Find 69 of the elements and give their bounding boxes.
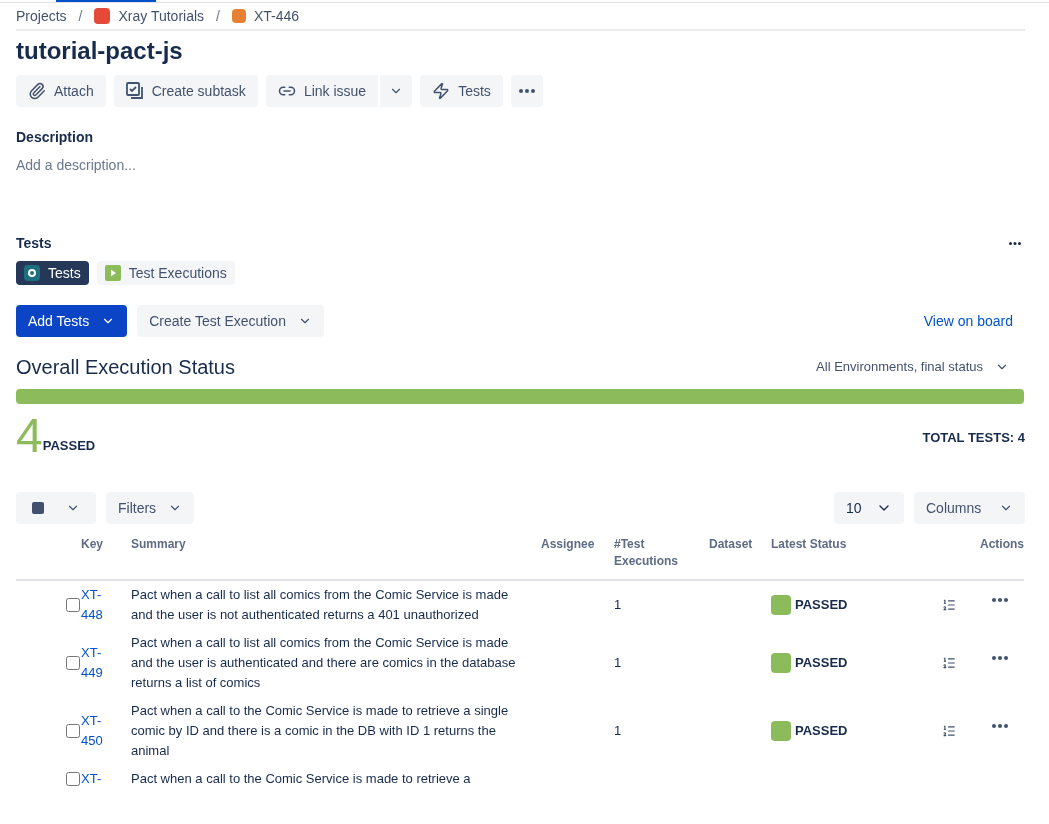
- page-size-dropdown[interactable]: 10: [834, 492, 904, 524]
- tab[interactable]: Test Executions: [96, 261, 235, 285]
- breadcrumb-link[interactable]: Xray Tutorials: [118, 6, 205, 26]
- view-on-board-link[interactable]: View on board: [923, 311, 1013, 331]
- section-heading: Description: [16, 128, 94, 147]
- more-icon[interactable]: [992, 598, 1008, 602]
- execution-count: 1: [614, 722, 623, 740]
- column-header: #Test Executions: [614, 536, 680, 571]
- environment-dropdown[interactable]: All Environments, final status: [816, 357, 1009, 377]
- section-title: Overall Execution Status: [16, 355, 235, 380]
- status-label: PASSED: [795, 654, 848, 672]
- more-button[interactable]: [510, 75, 543, 107]
- status-label: PASSED: [795, 596, 848, 614]
- column-header: Latest Status: [771, 536, 848, 553]
- issue-key-link[interactable]: XT-: [81, 769, 113, 789]
- checkbox-icon: [32, 502, 44, 514]
- row-checkbox[interactable]: [65, 724, 80, 738]
- breadcrumb-link[interactable]: XT-446: [253, 6, 300, 26]
- play-icon: [104, 265, 121, 281]
- execution-count: 1: [614, 596, 623, 614]
- toolbar-button[interactable]: Attach: [16, 75, 106, 107]
- issue-key-link[interactable]: XT-449: [81, 643, 113, 683]
- issue-icon: [231, 9, 246, 23]
- section-heading: Tests: [16, 234, 52, 253]
- toolbar-button[interactable]: Tests: [420, 75, 503, 107]
- column-header: Key: [81, 536, 104, 553]
- test-icon: [24, 265, 40, 281]
- select-dropdown[interactable]: [16, 492, 96, 524]
- toolbar-button[interactable]: Link issue: [265, 75, 379, 107]
- breadcrumb-separator: /: [215, 7, 221, 26]
- column-header: Assignee: [541, 536, 596, 553]
- create-execution-button[interactable]: Create Test Execution: [137, 305, 324, 337]
- list-icon[interactable]: [942, 656, 956, 670]
- test-summary: Pact when a call to list all comics from the Comic Service is made and the user is not authenticated returns a 401 unauthorized: [131, 586, 510, 624]
- filters-button[interactable]: Filters: [106, 492, 195, 524]
- passed-label: PASSED: [42, 438, 96, 456]
- more-icon[interactable]: [1009, 241, 1021, 245]
- more-icon: [518, 89, 535, 93]
- lightning-icon: [432, 82, 451, 100]
- list-icon[interactable]: [942, 724, 956, 738]
- issue-title: tutorial-pact-js: [16, 36, 184, 66]
- breadcrumb-separator: /: [77, 7, 84, 26]
- more-icon[interactable]: [992, 656, 1008, 660]
- row-checkbox[interactable]: [65, 656, 80, 670]
- add-tests-button[interactable]: Add Tests: [16, 305, 128, 337]
- columns-button[interactable]: Columns: [914, 492, 1025, 524]
- tab[interactable]: Tests: [16, 261, 89, 285]
- test-summary: Pact when a call to the Comic Service is made to retrieve a single comic by ID and there is a comic in the DB with ID 1 returns the animal: [131, 702, 510, 760]
- paperclip-icon: [28, 82, 46, 100]
- project-icon: [94, 8, 111, 24]
- column-header: Summary: [131, 536, 187, 553]
- breadcrumb-link[interactable]: Projects: [16, 6, 67, 26]
- toolbar-button[interactable]: Create subtask: [113, 75, 258, 107]
- column-header: Actions: [979, 536, 1024, 553]
- row-checkbox[interactable]: [65, 772, 80, 786]
- more-icon[interactable]: [992, 724, 1008, 728]
- test-summary: Pact when a call to the Comic Service is made to retrieve a: [131, 770, 472, 788]
- list-icon[interactable]: [942, 598, 956, 612]
- issue-key-link[interactable]: XT-450: [81, 711, 113, 751]
- passed-count: 4: [16, 412, 43, 460]
- status-label: PASSED: [795, 722, 848, 740]
- checkbox-stack-icon: [125, 82, 144, 100]
- issue-key-link[interactable]: XT-448: [81, 585, 113, 625]
- column-header: Dataset: [709, 536, 754, 553]
- test-summary: Pact when a call to list all comics from the Comic Service is made and the user is authenticated and there are comics in the database returns a list of comics: [131, 634, 517, 692]
- total-tests: TOTAL TESTS: 4: [922, 429, 1025, 448]
- description-field[interactable]: Add a description...: [16, 155, 516, 175]
- execution-count: 1: [614, 654, 623, 672]
- row-checkbox[interactable]: [65, 598, 80, 612]
